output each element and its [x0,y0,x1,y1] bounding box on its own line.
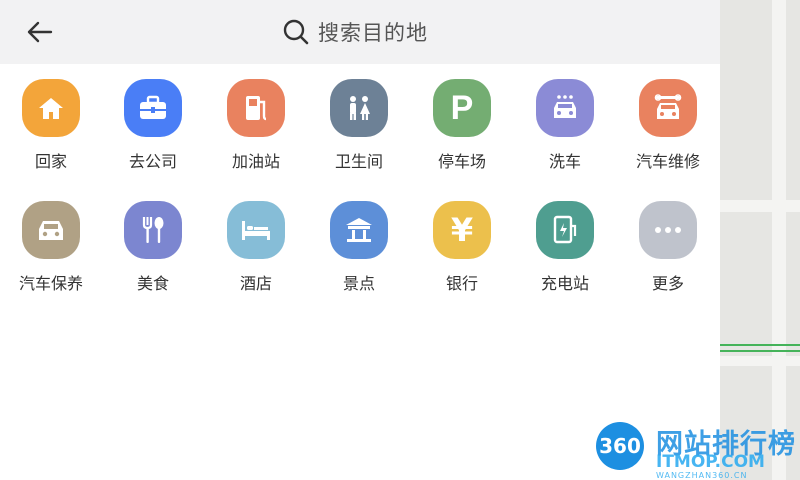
yen-icon: ¥ [433,201,491,259]
category-gas-station[interactable]: 加油站 [205,79,307,189]
map-route-line [720,350,800,352]
category-label: 加油站 [231,152,280,171]
category-restroom[interactable]: 卫生间 [308,79,410,189]
watermark-logo: 360 网站排行榜 ITMOP.COM WANGZHAN360.CN [590,418,800,480]
category-label: 更多 [651,274,684,293]
map-road [720,200,800,212]
map-view[interactable] [720,0,800,480]
top-bar: 搜索目的地 [0,0,720,64]
gas-pump-icon [227,79,285,137]
watermark-badge: 360 [596,422,644,470]
bed-icon [227,201,285,259]
parking-icon: P [433,79,491,137]
watermark-subtitle: WANGZHAN360.CN [656,471,748,480]
category-label: 停车场 [437,152,486,171]
category-label: 卫生间 [334,152,383,171]
fork-spoon-icon [124,201,182,259]
category-label: 回家 [34,152,67,171]
category-car-repair[interactable]: 汽车维修 [617,79,719,189]
charging-station-icon [536,201,594,259]
category-label: 银行 [445,274,478,293]
car-wash-icon [536,79,594,137]
search-panel: 搜索目的地 回家 去公司 加油站 卫生间 P 停车场 洗车 汽车维修 汽车保养 … [0,0,720,480]
car-repair-icon [639,79,697,137]
category-label: 充电站 [540,274,589,293]
category-label: 美食 [136,274,169,293]
landmark-icon [330,201,388,259]
category-label: 汽车维修 [635,152,700,171]
category-bank[interactable]: ¥ 银行 [411,201,513,311]
category-label: 景点 [342,274,375,293]
category-label: 酒店 [239,274,272,293]
category-home[interactable]: 回家 [0,79,102,189]
home-icon [22,79,80,137]
category-parking[interactable]: P 停车场 [411,79,513,189]
map-road [720,356,800,366]
back-button[interactable] [20,14,58,50]
map-route-line [720,344,800,346]
category-car-maintenance[interactable]: 汽车保养 [0,201,102,311]
category-label: 汽车保养 [18,274,83,293]
search-icon [283,19,309,45]
category-more[interactable]: 更多 [617,201,719,311]
restroom-icon [330,79,388,137]
category-food[interactable]: 美食 [102,201,204,311]
back-arrow-icon [27,21,53,43]
category-label: 洗车 [548,152,581,171]
category-car-wash[interactable]: 洗车 [514,79,616,189]
search-placeholder: 搜索目的地 [318,21,428,45]
category-work[interactable]: 去公司 [102,79,204,189]
car-icon [22,201,80,259]
more-dots-icon [639,201,697,259]
category-label: 去公司 [128,152,177,171]
map-road [772,0,786,480]
briefcase-icon [124,79,182,137]
category-attraction[interactable]: 景点 [308,201,410,311]
category-charging-station[interactable]: 充电站 [514,201,616,311]
watermark-site: ITMOP.COM [656,452,765,472]
search-input[interactable]: 搜索目的地 [282,14,482,50]
category-hotel[interactable]: 酒店 [205,201,307,311]
